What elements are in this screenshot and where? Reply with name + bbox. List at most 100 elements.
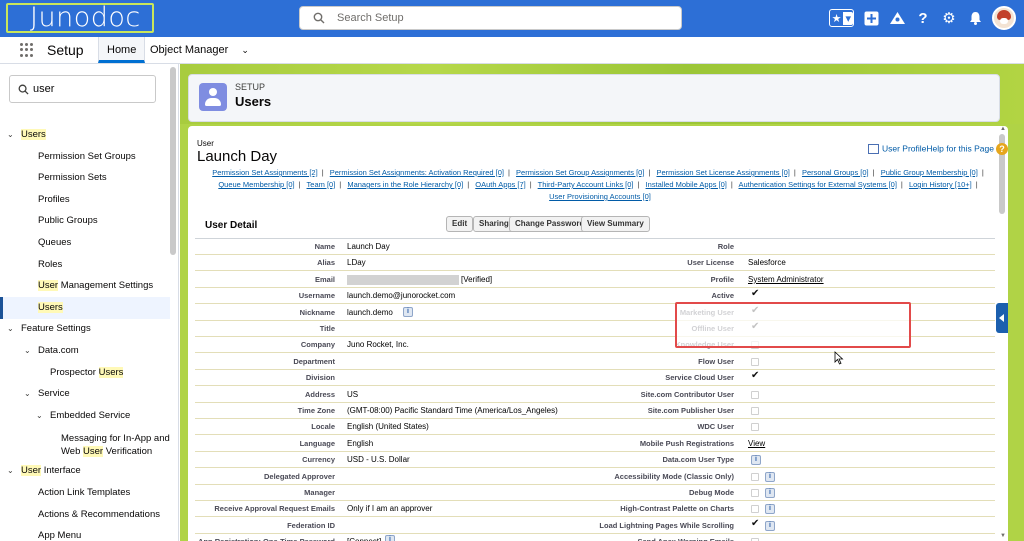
sidebar-item-user-management-settings[interactable]: User Management Settings xyxy=(38,280,153,292)
field-label: Nickname xyxy=(299,307,335,317)
favorites-button[interactable]: ★ ▾ xyxy=(828,9,854,27)
chevron-down-icon[interactable]: ⌄ xyxy=(7,465,14,477)
chevron-down-icon[interactable]: ⌄ xyxy=(24,345,31,357)
detail-row: App Registration: One-Time Password [Conn… xyxy=(195,534,995,541)
view-summary-button[interactable]: View Summary xyxy=(581,216,650,232)
company-logo[interactable]: Junodoc xyxy=(6,3,154,33)
plus-icon[interactable] xyxy=(862,9,880,27)
related-link[interactable]: Team [0] xyxy=(307,180,336,189)
chevron-down-icon[interactable]: ⌄ xyxy=(36,410,43,422)
setup-search-input[interactable]: Search Setup xyxy=(299,6,682,30)
detail-row: Manager Debug Mode i xyxy=(195,485,995,501)
related-link[interactable]: Authentication Settings for External Sys… xyxy=(739,180,897,189)
chevron-down-icon[interactable]: ⌄ xyxy=(7,129,14,141)
field-label: Site.com Contributor User xyxy=(640,389,734,399)
field-link[interactable]: System Administrator xyxy=(748,275,824,284)
avatar[interactable] xyxy=(992,6,1016,30)
checkbox-checked xyxy=(751,288,759,300)
related-link[interactable]: Third-Party Account Links [0] xyxy=(538,180,634,189)
info-icon[interactable]: i xyxy=(765,520,775,531)
sidebar-item-users-group[interactable]: ⌄ Users xyxy=(0,129,168,141)
related-link[interactable]: Managers in the Role Hierarchy [0] xyxy=(347,180,463,189)
field-value: US xyxy=(347,389,359,399)
related-link[interactable]: Login History [10+] xyxy=(909,180,972,189)
sidebar-item-app-menu[interactable]: App Menu xyxy=(38,530,81,541)
sidebar-item-embedded-service[interactable]: ⌄ Embedded Service xyxy=(0,410,130,422)
field-value[interactable]: View xyxy=(748,436,765,451)
field-label: Active xyxy=(711,291,734,301)
side-panel-toggle[interactable] xyxy=(996,303,1008,333)
breadcrumb[interactable]: SETUP xyxy=(235,82,265,92)
sidebar-item-permission-set-groups[interactable]: Permission Set Groups xyxy=(38,151,136,163)
sidebar-item-users[interactable]: Users xyxy=(0,297,170,319)
related-link[interactable]: User Provisioning Accounts [0] xyxy=(549,192,651,201)
detail-row: Address US Site.com Contributor User xyxy=(195,387,995,403)
gear-icon[interactable]: ⚙ xyxy=(940,9,958,27)
app-name: Setup xyxy=(47,42,84,58)
star-icon[interactable]: ★ xyxy=(830,12,844,25)
sidebar-item-actions-recommendations[interactable]: Actions & Recommendations xyxy=(38,509,160,521)
info-icon[interactable]: i xyxy=(765,488,775,498)
user-icon xyxy=(199,83,227,111)
checkbox-checked xyxy=(751,370,759,382)
chevron-down-icon[interactable]: ▾ xyxy=(843,11,853,25)
related-link[interactable]: Permission Set Assignments [2] xyxy=(212,168,317,177)
related-link[interactable]: Permission Set License Assignments [0] xyxy=(656,168,789,177)
info-icon[interactable]: i xyxy=(765,504,775,515)
scroll-down-arrow-icon[interactable]: ▼ xyxy=(1000,533,1006,539)
related-link[interactable]: Queue Membership [0] xyxy=(218,180,294,189)
field-link[interactable]: View xyxy=(748,439,765,448)
detail-row: Time Zone (GMT-08:00) Pacific Standard Ti… xyxy=(195,403,995,419)
field-label: Division xyxy=(305,373,335,383)
chevron-down-icon[interactable]: ⌄ xyxy=(24,388,31,400)
sidebar-item-public-groups[interactable]: Public Groups xyxy=(38,215,98,227)
app-launcher-icon[interactable] xyxy=(20,43,34,57)
trailhead-icon[interactable] xyxy=(888,9,906,27)
tab-home[interactable]: Home xyxy=(98,37,146,63)
related-link[interactable]: Installed Mobile Apps [0] xyxy=(646,180,727,189)
detail-row: Department Flow User xyxy=(195,354,995,370)
sidebar-item-user-interface[interactable]: ⌄ User Interface xyxy=(0,465,81,477)
field-label: Currency xyxy=(302,455,335,465)
related-link[interactable]: Permission Set Group Assignments [0] xyxy=(516,168,644,177)
sidebar-item-feature-settings[interactable]: ⌄ Feature Settings xyxy=(0,323,91,335)
field-value: LDay xyxy=(347,258,366,268)
sidebar-scrollbar[interactable] xyxy=(170,67,176,255)
sidebar-item-data-com[interactable]: ⌄ Data.com xyxy=(0,345,79,357)
detail-row: Name Launch Day Role xyxy=(195,239,995,255)
help-link[interactable]: User ProfileHelp for this Page? xyxy=(868,143,1008,155)
tab-object-manager[interactable]: Object Manager ⌄ xyxy=(142,37,257,63)
scroll-up-arrow-icon[interactable]: ▲ xyxy=(1000,126,1006,132)
help-icon[interactable]: ? xyxy=(914,9,932,27)
sidebar-item-queues[interactable]: Queues xyxy=(38,237,71,249)
info-icon[interactable]: i xyxy=(751,455,761,466)
chevron-down-icon[interactable]: ⌄ xyxy=(7,323,14,335)
related-link[interactable]: OAuth Apps [7] xyxy=(475,180,525,189)
sidebar-item-profiles[interactable]: Profiles xyxy=(38,194,70,206)
user-detail-frame: ▲ ▼ User Launch Day User ProfileHelp for… xyxy=(188,126,1008,541)
quick-find-input[interactable]: user xyxy=(9,75,156,103)
field-label: Manager xyxy=(304,488,335,497)
info-icon[interactable]: i xyxy=(765,471,775,482)
related-link[interactable]: Public Group Membership [0] xyxy=(881,168,978,177)
info-icon[interactable]: i xyxy=(403,306,413,317)
sidebar-item-messaging-verification[interactable]: Messaging for In-App and Web User Verifi… xyxy=(61,432,170,458)
sidebar-item-roles[interactable]: Roles xyxy=(38,259,62,271)
field-label: Time Zone xyxy=(297,406,335,415)
sidebar-item-permission-sets[interactable]: Permission Sets xyxy=(38,172,107,184)
help-icon[interactable]: ? xyxy=(995,143,1008,155)
change-password-button[interactable]: Change Password xyxy=(509,216,591,232)
related-link[interactable]: Personal Groups [0] xyxy=(802,168,869,177)
sidebar-item-action-link-templates[interactable]: Action Link Templates xyxy=(38,487,130,499)
bell-icon[interactable] xyxy=(966,9,984,27)
field-label: Data.com User Type xyxy=(662,455,734,465)
sidebar-item-prospector-users[interactable]: Prospector Users xyxy=(50,367,124,379)
info-icon[interactable]: i xyxy=(385,535,395,541)
related-link[interactable]: Permission Set Assignments: Activation R… xyxy=(330,168,504,177)
field-value[interactable]: [Connect] xyxy=(347,534,381,541)
edit-button[interactable]: Edit xyxy=(446,216,474,232)
field-value[interactable]: System Administrator xyxy=(748,272,824,287)
chevron-down-icon[interactable]: ⌄ xyxy=(241,45,249,55)
checkbox-unchecked xyxy=(751,423,759,432)
sidebar-item-service[interactable]: ⌄ Service xyxy=(0,388,70,400)
